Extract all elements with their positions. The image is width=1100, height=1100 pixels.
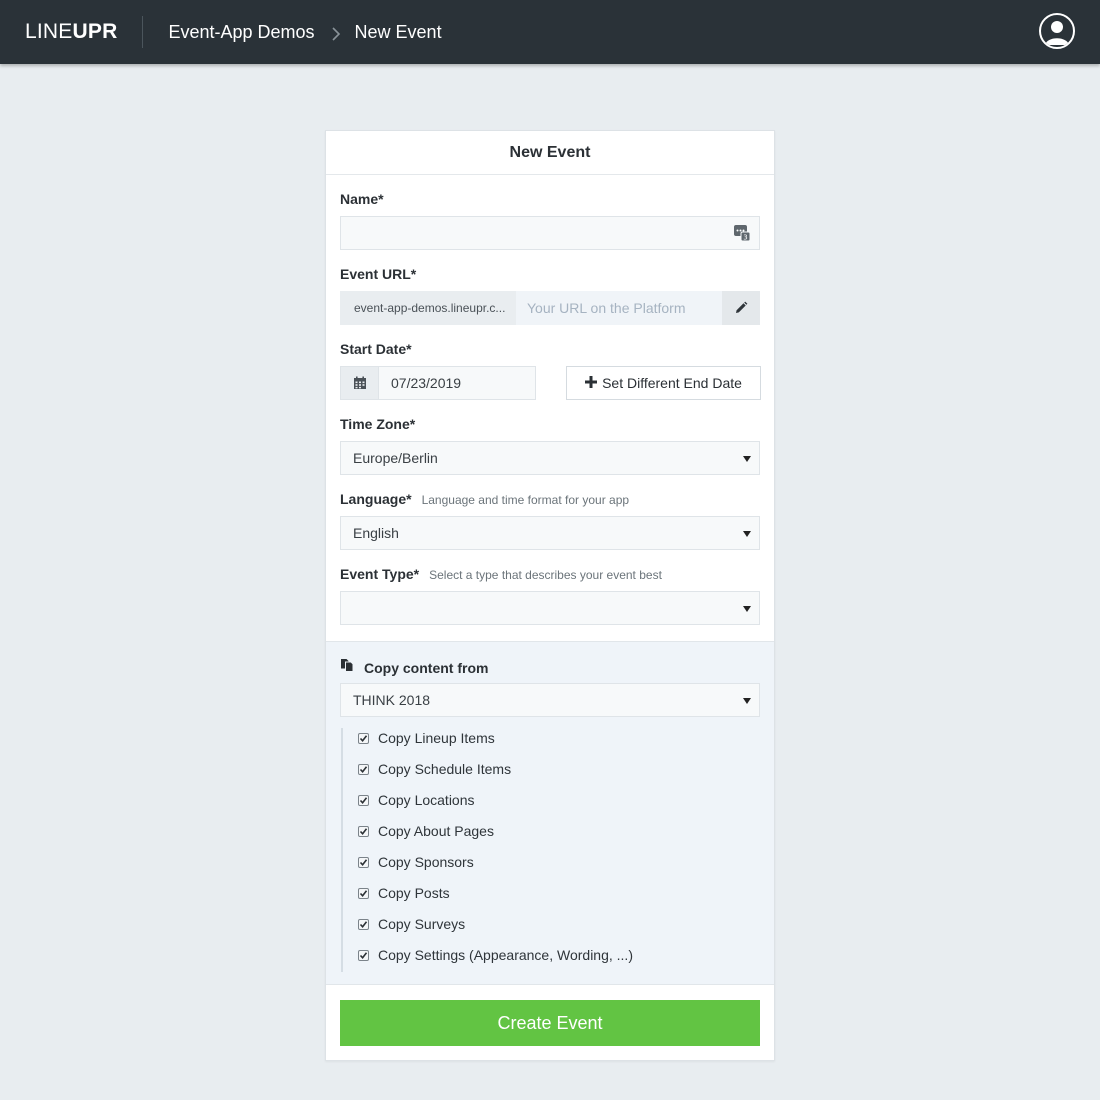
copy-option-label: Copy Settings (Appearance, Wording, ...) — [378, 947, 633, 963]
event-url-input[interactable] — [516, 291, 722, 325]
language-label-row: Language* Language and time format for yo… — [340, 491, 629, 507]
event-type-label-row: Event Type* Select a type that describes … — [340, 566, 662, 582]
start-date-field[interactable]: 07/23/2019 — [340, 366, 536, 400]
checkbox-checked-icon[interactable] — [358, 794, 369, 806]
dropdown-caret-icon — [743, 606, 751, 612]
copy-source-value: THINK 2018 — [353, 692, 431, 708]
copy-option-sponsors[interactable]: Copy Sponsors — [358, 852, 474, 872]
language-hint: Language and time format for your app — [421, 493, 630, 507]
start-date-label: Start Date* — [340, 341, 412, 357]
language-select[interactable]: English — [340, 516, 760, 550]
checkbox-checked-icon[interactable] — [358, 856, 369, 868]
dropdown-caret-icon — [743, 698, 751, 704]
copy-icon — [340, 658, 354, 677]
logo-text-light: LINE — [25, 20, 73, 43]
user-avatar-icon[interactable] — [1039, 13, 1075, 49]
new-event-card: New Event Name* 3 Event URL* event-app-d… — [325, 130, 775, 1061]
start-date-value: 07/23/2019 — [391, 375, 462, 391]
url-prefix: event-app-demos.lineupr.c... — [340, 291, 516, 325]
checkbox-checked-icon[interactable] — [358, 887, 369, 899]
breadcrumb-parent-link[interactable]: Event-App Demos — [168, 22, 314, 43]
card-title: New Event — [326, 131, 774, 175]
set-end-date-label: Set Different End Date — [602, 375, 742, 391]
logo-text-bold: UPR — [72, 20, 118, 43]
dropdown-caret-icon — [743, 456, 751, 462]
event-type-label: Event Type* — [340, 566, 420, 582]
event-url-label: Event URL* — [340, 266, 417, 282]
name-label: Name* — [340, 191, 384, 207]
checkbox-checked-icon[interactable] — [358, 732, 369, 744]
time-zone-label: Time Zone* — [340, 416, 416, 432]
copy-option-label: Copy Schedule Items — [378, 761, 512, 777]
copy-option-locations[interactable]: Copy Locations — [358, 790, 475, 810]
copy-option-label: Copy Lineup Items — [378, 730, 495, 746]
copy-source-select[interactable]: THINK 2018 — [340, 683, 760, 717]
language-label: Language* — [340, 491, 412, 507]
event-type-select[interactable] — [340, 591, 760, 625]
copy-option-surveys[interactable]: Copy Surveys — [358, 914, 465, 934]
copy-option-label: Copy About Pages — [378, 823, 494, 839]
checkbox-checked-icon[interactable] — [358, 825, 369, 837]
time-zone-select[interactable]: Europe/Berlin — [340, 441, 760, 475]
pencil-icon[interactable] — [722, 291, 760, 325]
copy-option-label: Copy Sponsors — [378, 854, 474, 870]
language-value: English — [353, 525, 399, 541]
set-end-date-button[interactable]: Set Different End Date — [566, 366, 761, 400]
copy-option-lineup-items[interactable]: Copy Lineup Items — [358, 728, 495, 748]
header-divider — [142, 16, 144, 48]
chevron-right-icon — [331, 25, 341, 41]
copy-content-header: Copy content from — [340, 658, 488, 677]
copy-content-title: Copy content from — [364, 659, 489, 676]
checkbox-checked-icon[interactable] — [358, 763, 369, 775]
copy-option-settings[interactable]: Copy Settings (Appearance, Wording, ...) — [358, 945, 633, 965]
plus-icon — [585, 375, 598, 391]
calendar-icon[interactable] — [341, 367, 379, 399]
top-navigation-bar: LINEUPR Event-App Demos New Event — [0, 0, 1100, 64]
create-event-button[interactable]: Create Event — [340, 1000, 760, 1046]
dropdown-caret-icon — [743, 531, 751, 537]
translate-icon[interactable]: 3 — [733, 224, 751, 247]
checkbox-checked-icon[interactable] — [358, 949, 369, 961]
copy-option-schedule-items[interactable]: Copy Schedule Items — [358, 759, 511, 779]
lineupr-logo[interactable]: LINEUPR — [25, 20, 117, 44]
name-field[interactable]: 3 — [340, 216, 760, 250]
svg-text:3: 3 — [743, 234, 747, 242]
copy-content-section: Copy content from THINK 2018 Copy Lineup… — [326, 641, 774, 985]
breadcrumb-current: New Event — [354, 21, 442, 42]
copy-option-label: Copy Posts — [378, 885, 450, 901]
copy-option-about-pages[interactable]: Copy About Pages — [358, 821, 494, 841]
copy-options-list: Copy Lineup Items Copy Schedule Items Co… — [341, 728, 741, 972]
event-url-group: event-app-demos.lineupr.c... — [340, 291, 760, 325]
copy-option-label: Copy Surveys — [378, 916, 466, 932]
copy-option-posts[interactable]: Copy Posts — [358, 883, 450, 903]
event-type-hint: Select a type that describes your event … — [429, 568, 662, 582]
checkbox-checked-icon[interactable] — [358, 918, 369, 930]
copy-option-label: Copy Locations — [378, 792, 475, 808]
time-zone-value: Europe/Berlin — [353, 450, 438, 466]
